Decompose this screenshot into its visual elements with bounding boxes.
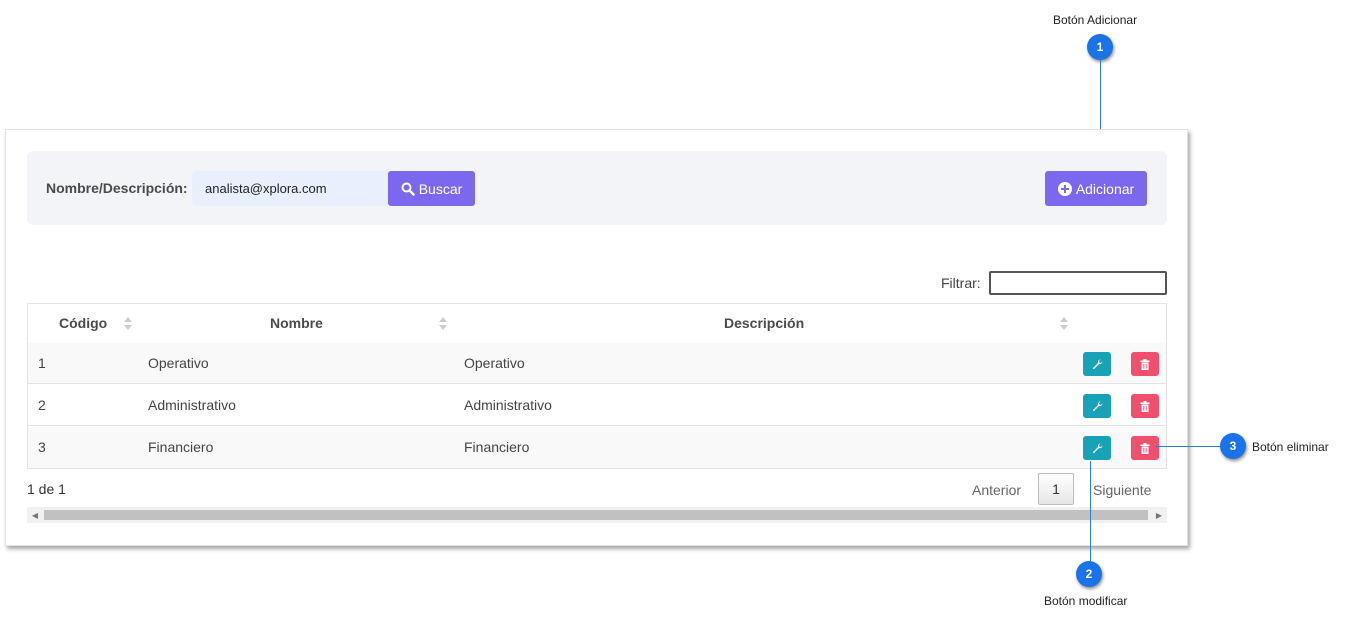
delete-button[interactable] [1131,436,1159,460]
table-row: 1 Operativo Operativo [28,343,1166,384]
filter-label: Filtrar: [941,275,981,291]
table-header: Código Nombre Descripción [28,304,1166,344]
edit-button[interactable] [1083,394,1111,418]
add-button[interactable]: Adicionar [1045,171,1147,206]
wrench-icon [1092,400,1103,411]
callout-line-3 [1156,446,1220,447]
callout-label-modificar: Botón modificar [1044,594,1128,608]
cell-codigo: 3 [38,439,46,455]
pagination-next[interactable]: Siguiente [1093,482,1151,498]
search-button-label: Buscar [418,180,463,197]
scroll-left-arrow-icon[interactable]: ◀ [27,507,43,523]
cell-descripcion: Administrativo [464,397,552,413]
header-nombre[interactable]: Nombre [270,304,323,343]
filter-input[interactable] [989,271,1167,295]
callout-label-eliminar: Botón eliminar [1252,440,1329,454]
callout-badge-1: 1 [1087,34,1113,60]
main-card: Nombre/Descripción: Buscar Adicionar Fil… [5,129,1188,546]
search-input[interactable] [192,171,388,206]
trash-icon [1140,400,1150,412]
scrollbar-thumb[interactable] [44,510,1148,520]
plus-circle-icon [1057,181,1072,196]
cell-descripcion: Financiero [464,439,530,455]
callout-badge-2: 2 [1076,561,1102,587]
cell-codigo: 2 [38,397,46,413]
callout-line-2 [1090,461,1091,561]
search-bar: Nombre/Descripción: Buscar Adicionar [27,151,1167,225]
cell-nombre: Operativo [148,355,209,371]
cell-nombre: Financiero [148,439,214,455]
edit-button[interactable] [1083,436,1111,460]
pagination-previous[interactable]: Anterior [972,482,1021,498]
search-label: Nombre/Descripción: [46,180,188,196]
cell-nombre: Administrativo [148,397,236,413]
delete-button[interactable] [1131,352,1159,376]
horizontal-scrollbar[interactable]: ◀ ▶ [27,507,1167,523]
wrench-icon [1092,358,1103,369]
cell-codigo: 1 [38,355,46,371]
sort-icon[interactable] [124,317,132,330]
table-row: 3 Financiero Financiero [28,427,1166,468]
edit-button[interactable] [1083,352,1111,376]
wrench-icon [1092,442,1103,453]
callout-label-adicionar: Botón Adicionar [1053,13,1138,27]
delete-button[interactable] [1131,394,1159,418]
add-button-label: Adicionar [1075,180,1135,197]
search-button[interactable]: Buscar [388,171,475,206]
header-codigo[interactable]: Código [59,304,107,343]
search-icon [401,182,415,196]
data-table: Código Nombre Descripción 1 Operativo Op… [27,303,1167,469]
trash-icon [1140,442,1150,454]
sort-icon[interactable] [439,317,447,330]
pagination-info: 1 de 1 [27,481,66,497]
table-row: 2 Administrativo Administrativo [28,385,1166,426]
callout-badge-3: 3 [1220,433,1246,459]
pagination-page-1[interactable]: 1 [1038,473,1074,505]
sort-icon[interactable] [1060,317,1068,330]
cell-descripcion: Operativo [464,355,525,371]
trash-icon [1140,358,1150,370]
scroll-right-arrow-icon[interactable]: ▶ [1151,507,1167,523]
header-descripcion[interactable]: Descripción [724,304,804,343]
